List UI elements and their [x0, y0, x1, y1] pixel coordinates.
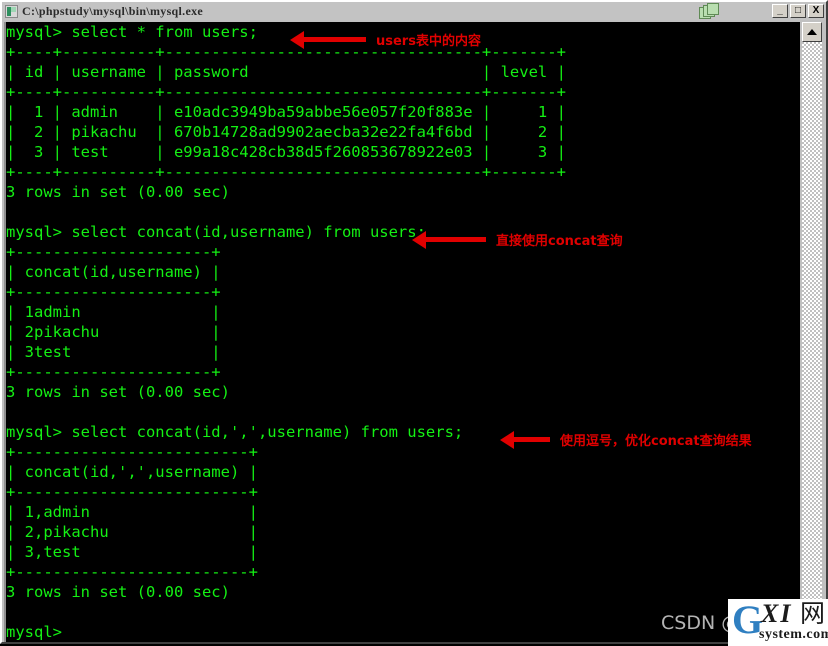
terminal-line: | 3,test | [6, 543, 258, 561]
terminal-line: mysql> select concat(id,username) from u… [6, 223, 426, 241]
terminal-line: +-------------------------+ [6, 483, 258, 501]
left-arrow-icon [412, 230, 486, 249]
terminal-line: 3 rows in set (0.00 sec) [6, 383, 230, 401]
console-icon [5, 4, 18, 18]
maximize-icon: □ [794, 5, 802, 16]
terminal-line: | 3 | test | e99a18c428cb38d5f2608536789… [6, 143, 566, 161]
scroll-up-button[interactable] [802, 22, 822, 42]
terminal-line: +----+----------+-----------------------… [6, 83, 566, 101]
cascade-square-front [707, 3, 719, 15]
annotation-1: users表中的内容 [290, 30, 481, 49]
console-window: C:\phpstudy\mysql\bin\mysql.exe _ □ X my… [0, 0, 828, 646]
terminal-line: | 2pikachu | [6, 323, 221, 341]
gxi-logo: G XI 网 system.com [728, 599, 828, 646]
terminal-line: | concat(id,username) | [6, 263, 221, 281]
logo-letters-xi: XI [761, 599, 793, 628]
annotation-2-text: 直接使用concat查询 [496, 234, 623, 249]
terminal-line: | id | username | password | level | [6, 63, 566, 81]
terminal-line: | 2 | pikachu | 670b14728ad9902aecba32e2… [6, 123, 566, 141]
close-icon: X [812, 5, 820, 16]
annotation-2: 直接使用concat查询 [412, 230, 623, 249]
terminal-line: | concat(id,',',username) | [6, 463, 258, 481]
terminal-lines: mysql> select * from users; +----+-------… [4, 22, 800, 642]
terminal-line: | 2,pikachu | [6, 523, 258, 541]
terminal-line: +---------------------+ [6, 363, 221, 381]
close-button[interactable]: X [808, 4, 824, 18]
terminal-output-area[interactable]: mysql> select * from users; +----+-------… [4, 22, 800, 642]
console-left-edge [4, 22, 6, 642]
terminal-line: +---------------------+ [6, 283, 221, 301]
terminal-line: +-------------------------+ [6, 563, 258, 581]
window-title: C:\phpstudy\mysql\bin\mysql.exe [22, 3, 204, 18]
annotation-1-text: users表中的内容 [376, 34, 481, 49]
terminal-line: +----+----------+-----------------------… [6, 163, 566, 181]
terminal-line: | 1 | admin | e10adc3949ba59abbe56e057f2… [6, 103, 566, 121]
vertical-scrollbar[interactable] [800, 22, 824, 642]
cascade-windows-icon[interactable] [699, 3, 721, 20]
window-controls: _ □ X [772, 4, 824, 18]
terminal-line: | 1,admin | [6, 503, 258, 521]
left-arrow-icon [500, 430, 550, 449]
minimize-icon: _ [777, 5, 783, 16]
annotation-3: 使用逗号，优化concat查询结果 [500, 430, 752, 449]
scrollbar-track[interactable] [802, 42, 822, 642]
annotation-3-text: 使用逗号，优化concat查询结果 [560, 434, 752, 449]
terminal-line: | 3test | [6, 343, 221, 361]
left-arrow-icon [290, 30, 366, 49]
scroll-up-arrow-icon [807, 29, 817, 35]
maximize-button[interactable]: □ [790, 4, 806, 18]
logo-subtitle: system.com [759, 627, 828, 642]
logo-char-wang: 网 [800, 599, 826, 628]
terminal-line: 3 rows in set (0.00 sec) [6, 583, 230, 601]
minimize-button[interactable]: _ [772, 4, 788, 18]
terminal-line: 3 rows in set (0.00 sec) [6, 183, 230, 201]
terminal-line: +---------------------+ [6, 243, 221, 261]
terminal-line: | 1admin | [6, 303, 221, 321]
